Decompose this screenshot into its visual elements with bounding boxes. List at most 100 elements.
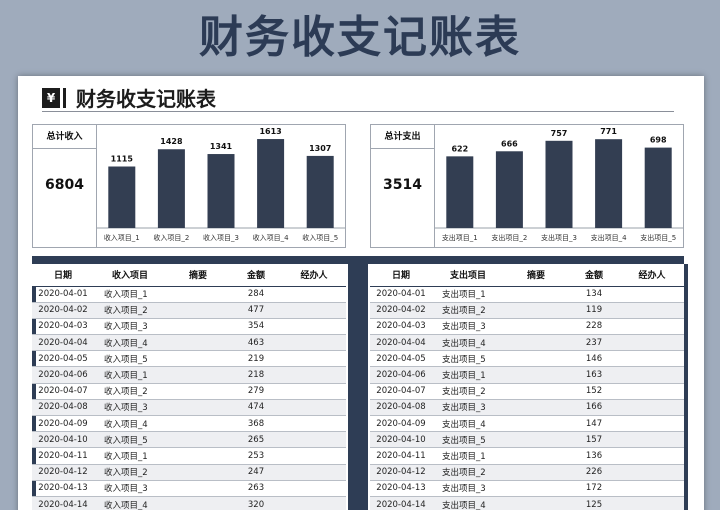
table-row[interactable]: 2020-04-03 支出项目_3 228	[370, 318, 684, 336]
cell-item[interactable]: 收入项目_5	[94, 350, 166, 368]
cell-handler[interactable]	[282, 399, 346, 417]
cell-handler[interactable]	[620, 334, 684, 352]
table-row[interactable]: 2020-04-03 收入项目_3 354	[32, 318, 346, 336]
cell-date[interactable]: 2020-04-12	[370, 464, 432, 481]
cell-date[interactable]: 2020-04-03	[32, 318, 94, 336]
cell-amount[interactable]: 136	[568, 447, 620, 465]
cell-item[interactable]: 收入项目_1	[94, 447, 166, 465]
table-row[interactable]: 2020-04-13 支出项目_3 172	[370, 480, 684, 497]
cell-date[interactable]: 2020-04-04	[370, 334, 432, 352]
cell-item[interactable]: 支出项目_4	[432, 415, 504, 433]
cell-note[interactable]	[166, 350, 230, 368]
cell-date[interactable]: 2020-04-02	[370, 302, 432, 319]
cell-date[interactable]: 2020-04-13	[370, 480, 432, 497]
cell-item[interactable]: 支出项目_2	[432, 464, 504, 481]
cell-amount[interactable]: 219	[230, 350, 282, 368]
cell-amount[interactable]: 218	[230, 366, 282, 384]
table-row[interactable]: 2020-04-07 收入项目_2 279	[32, 383, 346, 400]
cell-amount[interactable]: 163	[568, 366, 620, 384]
cell-date[interactable]: 2020-04-10	[32, 431, 94, 449]
cell-item[interactable]: 收入项目_4	[94, 334, 166, 352]
cell-date[interactable]: 2020-04-07	[32, 383, 94, 400]
cell-date[interactable]: 2020-04-14	[370, 496, 432, 510]
cell-item[interactable]: 收入项目_2	[94, 383, 166, 400]
cell-handler[interactable]	[620, 447, 684, 465]
cell-item[interactable]: 支出项目_3	[432, 399, 504, 417]
table-row[interactable]: 2020-04-12 收入项目_2 247	[32, 464, 346, 481]
cell-item[interactable]: 支出项目_5	[432, 431, 504, 449]
table-row[interactable]: 2020-04-01 支出项目_1 134	[370, 286, 684, 303]
cell-handler[interactable]	[620, 464, 684, 481]
cell-amount[interactable]: 279	[230, 383, 282, 400]
cell-amount[interactable]: 146	[568, 350, 620, 368]
cell-note[interactable]	[166, 286, 230, 303]
table-row[interactable]: 2020-04-09 收入项目_4 368	[32, 415, 346, 433]
cell-amount[interactable]: 354	[230, 318, 282, 336]
cell-note[interactable]	[504, 383, 568, 400]
cell-handler[interactable]	[282, 415, 346, 433]
table-row[interactable]: 2020-04-05 收入项目_5 219	[32, 350, 346, 368]
table-row[interactable]: 2020-04-06 收入项目_1 218	[32, 366, 346, 384]
cell-item[interactable]: 支出项目_4	[432, 334, 504, 352]
table-row[interactable]: 2020-04-14 支出项目_4 125	[370, 496, 684, 510]
cell-note[interactable]	[504, 464, 568, 481]
cell-handler[interactable]	[282, 496, 346, 510]
cell-amount[interactable]: 119	[568, 302, 620, 319]
cell-handler[interactable]	[282, 480, 346, 497]
cell-note[interactable]	[504, 366, 568, 384]
table-row[interactable]: 2020-04-02 支出项目_2 119	[370, 302, 684, 319]
table-row[interactable]: 2020-04-08 支出项目_3 166	[370, 399, 684, 417]
cell-item[interactable]: 支出项目_1	[432, 366, 504, 384]
cell-note[interactable]	[166, 302, 230, 319]
cell-amount[interactable]: 284	[230, 286, 282, 303]
cell-handler[interactable]	[282, 350, 346, 368]
cell-handler[interactable]	[620, 366, 684, 384]
cell-handler[interactable]	[620, 286, 684, 303]
table-row[interactable]: 2020-04-09 支出项目_4 147	[370, 415, 684, 433]
cell-item[interactable]: 支出项目_3	[432, 318, 504, 336]
cell-amount[interactable]: 474	[230, 399, 282, 417]
cell-amount[interactable]: 247	[230, 464, 282, 481]
cell-amount[interactable]: 237	[568, 334, 620, 352]
cell-item[interactable]: 收入项目_5	[94, 431, 166, 449]
cell-date[interactable]: 2020-04-05	[32, 350, 94, 368]
cell-handler[interactable]	[282, 431, 346, 449]
cell-item[interactable]: 收入项目_1	[94, 286, 166, 303]
cell-date[interactable]: 2020-04-02	[32, 302, 94, 319]
cell-amount[interactable]: 147	[568, 415, 620, 433]
cell-note[interactable]	[504, 447, 568, 465]
cell-date[interactable]: 2020-04-06	[32, 366, 94, 384]
cell-amount[interactable]: 125	[568, 496, 620, 510]
cell-note[interactable]	[166, 383, 230, 400]
table-row[interactable]: 2020-04-11 支出项目_1 136	[370, 447, 684, 465]
cell-handler[interactable]	[282, 302, 346, 319]
cell-note[interactable]	[504, 431, 568, 449]
cell-amount[interactable]: 265	[230, 431, 282, 449]
cell-item[interactable]: 收入项目_1	[94, 366, 166, 384]
cell-item[interactable]: 支出项目_2	[432, 383, 504, 400]
cell-handler[interactable]	[620, 350, 684, 368]
table-row[interactable]: 2020-04-04 支出项目_4 237	[370, 334, 684, 352]
cell-date[interactable]: 2020-04-07	[370, 383, 432, 400]
cell-date[interactable]: 2020-04-03	[370, 318, 432, 336]
cell-item[interactable]: 支出项目_3	[432, 480, 504, 497]
table-row[interactable]: 2020-04-07 支出项目_2 152	[370, 383, 684, 400]
cell-amount[interactable]: 263	[230, 480, 282, 497]
cell-handler[interactable]	[282, 447, 346, 465]
cell-note[interactable]	[504, 399, 568, 417]
cell-note[interactable]	[504, 286, 568, 303]
cell-amount[interactable]: 368	[230, 415, 282, 433]
cell-handler[interactable]	[282, 318, 346, 336]
cell-item[interactable]: 支出项目_1	[432, 286, 504, 303]
cell-date[interactable]: 2020-04-04	[32, 334, 94, 352]
cell-date[interactable]: 2020-04-05	[370, 350, 432, 368]
cell-note[interactable]	[504, 415, 568, 433]
cell-note[interactable]	[166, 431, 230, 449]
cell-amount[interactable]: 477	[230, 302, 282, 319]
table-row[interactable]: 2020-04-08 收入项目_3 474	[32, 399, 346, 417]
cell-note[interactable]	[504, 350, 568, 368]
cell-handler[interactable]	[620, 496, 684, 510]
cell-amount[interactable]: 157	[568, 431, 620, 449]
cell-amount[interactable]: 152	[568, 383, 620, 400]
cell-date[interactable]: 2020-04-01	[370, 286, 432, 303]
